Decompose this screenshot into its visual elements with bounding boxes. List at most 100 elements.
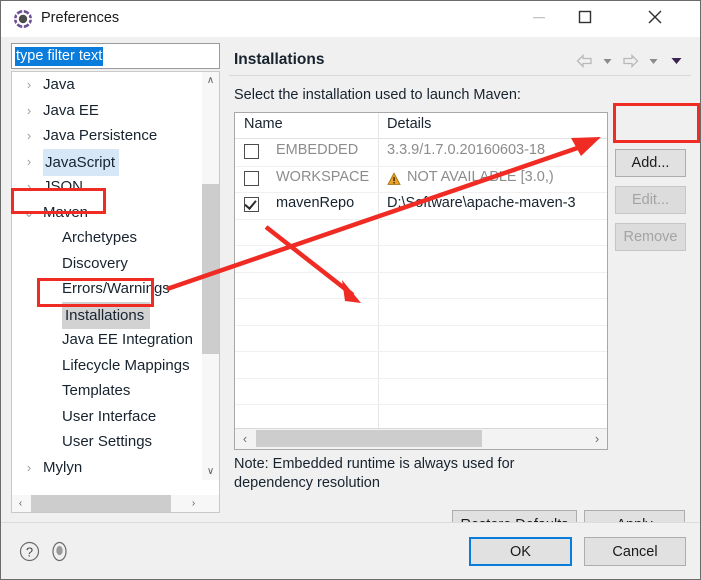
table-row[interactable]: EMBEDDED 3.3.9/1.7.0.20160603-18 [235, 139, 607, 167]
tree-item-maven[interactable]: ⌄ Maven [12, 200, 202, 226]
installations-table[interactable]: Name Details EMBEDDED 3.3.9/1.7.0.2016060… [234, 112, 608, 450]
minimize-button[interactable] [516, 1, 562, 33]
record-mouse-icon[interactable] [49, 541, 70, 562]
column-header-details[interactable]: Details [387, 116, 431, 132]
window-title: Preferences [41, 10, 120, 26]
scroll-left-icon[interactable]: ‹ [12, 495, 29, 512]
checkbox-checked-icon[interactable] [244, 197, 259, 212]
table-empty-row[interactable] [235, 378, 607, 405]
tree-item-label: Java EE [43, 101, 99, 119]
tree-horizontal-scrollbar[interactable]: ‹ › [12, 495, 219, 512]
chevron-right-icon[interactable]: › [22, 123, 36, 149]
maximize-button[interactable] [562, 1, 608, 33]
page-nav-toolbar [573, 51, 687, 71]
preferences-dialog: Preferences type filter text › Java › Java … [0, 0, 701, 580]
tree-item-label: User Settings [62, 433, 153, 450]
header-divider [229, 75, 691, 76]
table-scroll-thumb[interactable] [256, 430, 482, 447]
tree-item-label: Discovery [62, 254, 128, 272]
tree-vertical-scroll-thumb[interactable] [202, 184, 219, 354]
filter-input[interactable]: type filter text [11, 43, 220, 69]
help-question-icon[interactable]: ? [19, 541, 40, 562]
table-horizontal-scrollbar[interactable]: ‹ › [235, 428, 607, 449]
tree-item-label: Installations [62, 301, 151, 329]
tree-item-label: Errors/Warnings [62, 280, 170, 297]
table-empty-row[interactable] [235, 325, 607, 352]
chevron-right-icon[interactable]: › [22, 72, 36, 98]
installations-page: Installations Select the installation us… [229, 43, 691, 539]
svg-text:?: ? [26, 544, 33, 559]
remove-button: Remove [615, 223, 686, 251]
tree-item-label: Mylyn [43, 458, 83, 476]
tree-item-user-interface[interactable]: User Interface [12, 404, 202, 430]
tree-item-mylyn[interactable]: › Mylyn [12, 455, 202, 481]
tree-item-archetypes[interactable]: Archetypes [12, 225, 202, 251]
add-button[interactable]: Add... [615, 149, 686, 177]
scroll-down-icon[interactable]: ∨ [202, 463, 219, 480]
dialog-button-bar: ? OK Cancel https://blog.csdn.net/shi_zi… [1, 522, 700, 579]
checkbox-unchecked-icon[interactable] [244, 170, 259, 186]
chevron-right-icon[interactable]: › [22, 174, 36, 200]
chevron-right-icon[interactable]: › [22, 455, 36, 481]
cell-details: 3.3.9/1.7.0.20160603-18 [387, 142, 546, 158]
table-scroll-left-icon[interactable]: ‹ [235, 429, 255, 448]
tree-item-label: JSON [43, 178, 84, 195]
back-dropdown-icon[interactable] [596, 51, 618, 71]
scroll-up-icon[interactable]: ∧ [202, 72, 219, 89]
chevron-right-icon[interactable]: › [22, 98, 36, 124]
view-menu-icon[interactable] [665, 51, 687, 71]
back-arrow-icon[interactable] [573, 51, 595, 71]
tree-item-label: Archetypes [62, 229, 138, 246]
cancel-button[interactable]: Cancel [584, 537, 686, 566]
tree-item-label: Lifecycle Mappings [62, 356, 190, 374]
table-header: Name Details [235, 113, 607, 139]
checkbox-unchecked-icon[interactable] [244, 144, 259, 159]
preferences-navigation-panel: type filter text › Java › Java EE › Java Pers… [11, 43, 220, 513]
tree-item-list[interactable]: › Java › Java EE › Java Persistence › JavaScrip… [12, 72, 202, 480]
table-row[interactable]: mavenRepo D:\Software\apache-maven-3 [235, 192, 607, 220]
tree-item-discovery[interactable]: Discovery [12, 251, 202, 277]
ok-button[interactable]: OK [469, 537, 572, 566]
tree-item-errors-warnings[interactable]: Errors/Warnings [12, 276, 202, 302]
tree-item-json[interactable]: › JSON [12, 174, 202, 200]
tree-item-java[interactable]: › Java [12, 72, 202, 98]
window-titlebar: Preferences [1, 1, 700, 37]
cell-name: mavenRepo [276, 195, 355, 211]
table-empty-row[interactable] [235, 272, 607, 299]
tree-item-label: Java Persistence [43, 127, 158, 144]
edit-button: Edit... [615, 186, 686, 214]
table-empty-row[interactable] [235, 351, 607, 379]
table-scroll-right-icon[interactable]: › [587, 429, 607, 448]
page-title: Installations [234, 51, 325, 68]
tree-item-templates[interactable]: Templates [12, 378, 202, 404]
close-button[interactable] [632, 1, 678, 33]
tree-item-java-ee[interactable]: › Java EE [12, 98, 202, 124]
tree-item-label: Java [43, 76, 75, 93]
cell-details: NOT AVAILABLE [3.0,) [407, 168, 554, 185]
tree-item-label: Templates [62, 382, 131, 399]
forward-dropdown-icon[interactable] [642, 51, 664, 71]
tree-item-user-settings[interactable]: User Settings [12, 429, 202, 455]
scroll-right-icon[interactable]: › [185, 495, 202, 512]
warning-triangle-icon [387, 171, 401, 186]
tree-item-java-persistence[interactable]: › Java Persistence [12, 123, 202, 149]
tree-item-label: JavaScript [43, 148, 120, 176]
tree-item-javascript[interactable]: › JavaScript [12, 148, 202, 176]
table-empty-row[interactable] [235, 245, 607, 273]
table-empty-row[interactable] [235, 298, 607, 326]
table-empty-row[interactable] [235, 219, 607, 246]
column-header-name[interactable]: Name [244, 116, 283, 132]
forward-arrow-icon[interactable] [619, 51, 641, 71]
tree-item-java-ee-integration[interactable]: Java EE Integration [12, 327, 202, 353]
tree-item-label: Java EE Integration [62, 331, 193, 348]
page-subtitle: Select the installation used to launch M… [234, 87, 521, 103]
tree-item-lifecycle-mappings[interactable]: Lifecycle Mappings [12, 353, 202, 379]
page-note: Note: Embedded runtime is always used fo… [234, 456, 515, 491]
cell-name: EMBEDDED [276, 142, 359, 158]
table-row[interactable]: WORKSPACE NOT AVAILABLE [3.0,) [235, 166, 607, 193]
chevron-right-icon[interactable]: › [22, 149, 36, 175]
chevron-down-icon[interactable]: ⌄ [22, 200, 36, 226]
tree-vertical-scrollbar[interactable]: ∧ ∨ [202, 72, 219, 480]
tree-item-installations[interactable]: Installations [12, 301, 202, 329]
tree-horizontal-scroll-thumb[interactable] [31, 495, 171, 512]
